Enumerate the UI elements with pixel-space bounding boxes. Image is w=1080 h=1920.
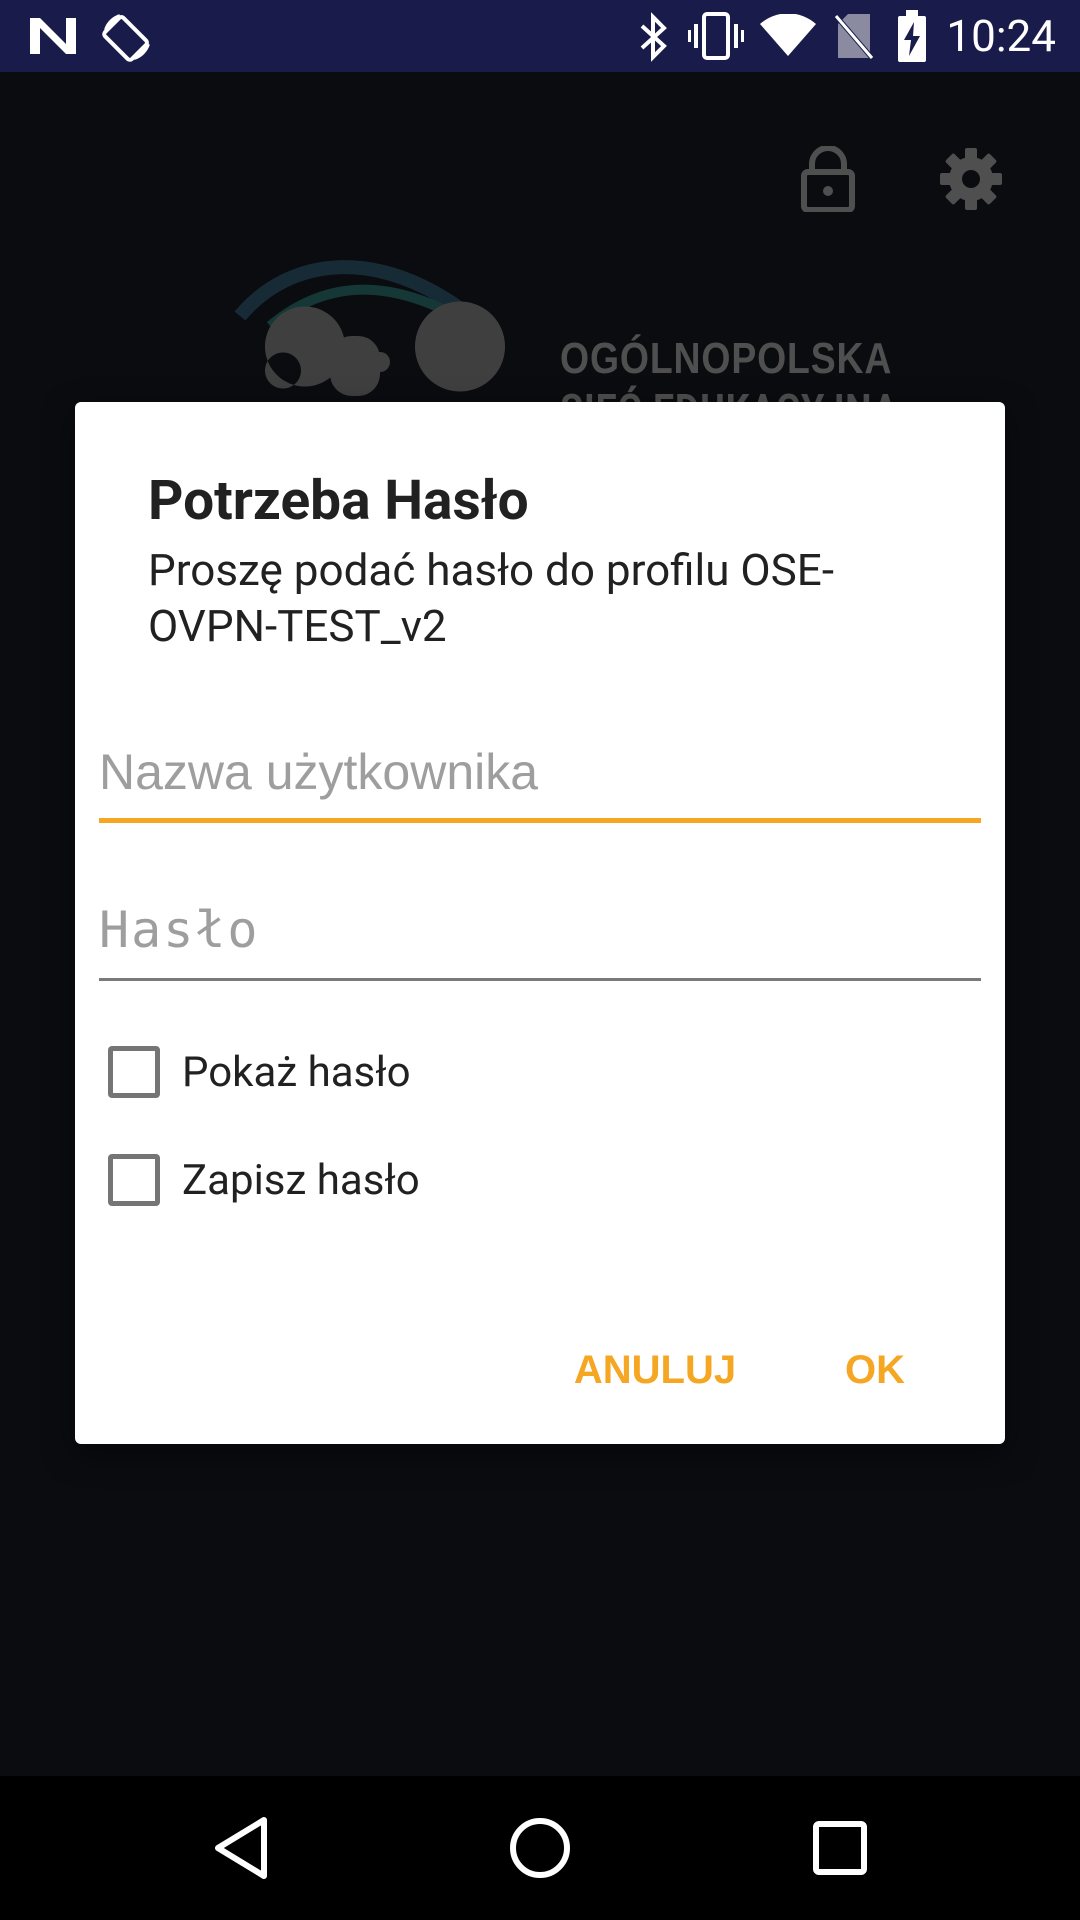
home-icon[interactable] <box>508 1816 572 1884</box>
no-sim-icon <box>834 12 874 66</box>
screen-rotate-icon <box>100 10 154 68</box>
show-password-label: Pokaż hasło <box>182 1047 411 1097</box>
username-input[interactable] <box>99 732 981 812</box>
username-field <box>99 732 981 823</box>
status-bar: 10:24 <box>0 0 1080 72</box>
ok-button[interactable]: OK <box>815 1330 935 1410</box>
navigation-bar <box>0 1776 1080 1920</box>
username-underline-focused <box>99 818 981 823</box>
password-field <box>99 890 981 981</box>
bluetooth-icon <box>638 12 668 66</box>
save-password-label: Zapisz hasło <box>182 1155 420 1205</box>
wifi-icon <box>760 13 816 62</box>
battery-charging-icon <box>896 10 928 68</box>
back-icon[interactable] <box>214 1816 270 1884</box>
show-password-row[interactable]: Pokaż hasło <box>108 1042 411 1102</box>
save-password-row[interactable]: Zapisz hasło <box>108 1150 420 1210</box>
clock: 10:24 <box>946 10 1056 62</box>
cancel-button[interactable]: ANULUJ <box>555 1330 755 1410</box>
dialog-message: Proszę podać hasło do profilu OSE-OVPN-T… <box>148 544 834 652</box>
password-input[interactable] <box>99 890 981 970</box>
n-notification-icon <box>28 14 78 62</box>
password-dialog: Potrzeba Hasło Proszę podać hasło do pro… <box>75 402 1005 1444</box>
password-underline <box>99 978 981 981</box>
vibrate-icon <box>688 12 744 64</box>
save-password-checkbox[interactable] <box>108 1154 160 1206</box>
recents-icon[interactable] <box>812 1816 868 1884</box>
show-password-checkbox[interactable] <box>108 1046 160 1098</box>
dialog-title: Potrzeba Hasło <box>148 469 529 533</box>
